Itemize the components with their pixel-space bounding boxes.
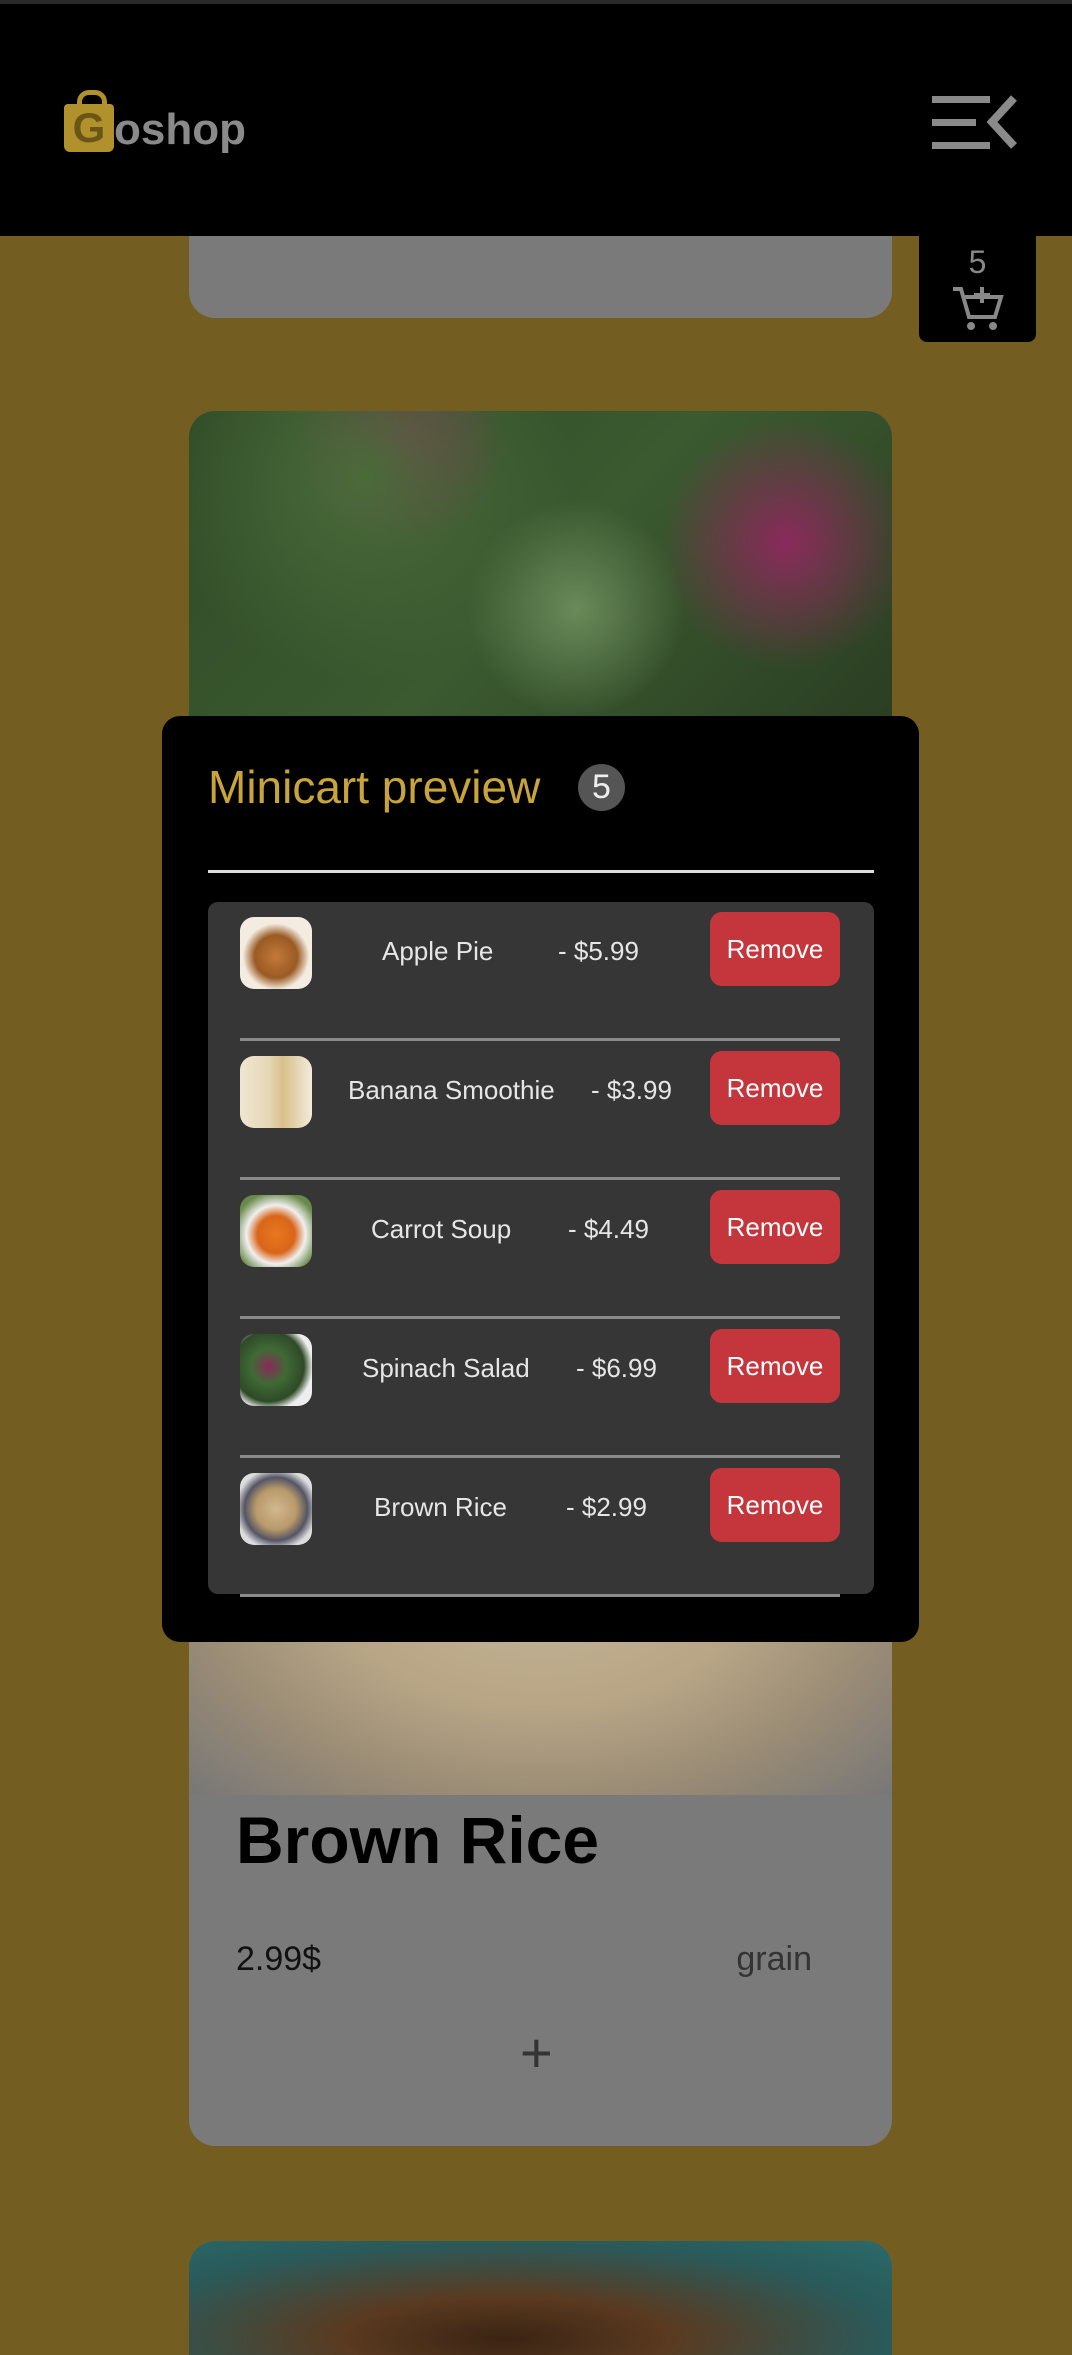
logo-text: oshop (114, 105, 246, 154)
item-price: - $3.99 (591, 1075, 672, 1105)
item-name: Spinach Salad (362, 1353, 530, 1383)
list-item: Spinach Salad - $6.99 Remove (240, 1319, 840, 1458)
product-title: Brown Rice (236, 1803, 600, 1877)
add-to-cart-button[interactable]: + (520, 2020, 553, 2085)
product-card-image (189, 411, 892, 741)
divider (208, 870, 874, 873)
item-name: Carrot Soup (371, 1214, 512, 1244)
item-thumbnail (240, 917, 312, 989)
item-price: - $4.49 (568, 1214, 649, 1244)
item-thumbnail (240, 1056, 312, 1128)
cart-button[interactable]: 5 (919, 236, 1036, 342)
item-thumbnail (240, 1334, 312, 1406)
menu-collapse-icon[interactable] (930, 92, 1020, 152)
minicart-title: Minicart preview (208, 761, 541, 813)
remove-button[interactable]: Remove (710, 1468, 840, 1542)
product-price: 2.99$ (236, 1940, 322, 1978)
product-card (189, 2241, 892, 2355)
chicken-image (189, 2241, 892, 2355)
remove-button[interactable]: Remove (710, 1051, 840, 1125)
minicart-list: Apple Pie - $5.99 Remove Banana Smoothie… (208, 902, 874, 1597)
logo-letter: G (72, 104, 106, 151)
shopping-bag-icon: G (64, 90, 114, 152)
cart-count: 5 (968, 244, 987, 280)
list-item: Brown Rice - $2.99 Remove (240, 1458, 840, 1597)
item-price: - $5.99 (558, 936, 639, 966)
product-category: grain (736, 1940, 812, 1978)
remove-button[interactable]: Remove (710, 1190, 840, 1264)
minicart-preview: Minicart preview 5 Apple Pie - $5.99 Rem… (162, 716, 919, 1642)
item-thumbnail (240, 1195, 312, 1267)
item-name: Brown Rice (374, 1492, 507, 1522)
item-name: Banana Smoothie (348, 1075, 555, 1105)
logo[interactable]: G oshop (64, 90, 246, 154)
spinach-salad-image (189, 411, 892, 741)
app-header: G oshop (0, 0, 1072, 236)
cart-add-icon (952, 287, 1004, 330)
remove-button[interactable]: Remove (710, 1329, 840, 1403)
item-name: Apple Pie (382, 936, 494, 966)
list-item: Carrot Soup - $4.49 Remove (240, 1180, 840, 1319)
list-item: Apple Pie - $5.99 Remove (240, 902, 840, 1041)
item-thumbnail (240, 1473, 312, 1545)
item-price: - $2.99 (566, 1492, 647, 1522)
remove-button[interactable]: Remove (710, 912, 840, 986)
list-item: Banana Smoothie - $3.99 Remove (240, 1041, 840, 1180)
minicart-count-badge: 5 (578, 764, 625, 811)
item-price: - $6.99 (576, 1353, 657, 1383)
